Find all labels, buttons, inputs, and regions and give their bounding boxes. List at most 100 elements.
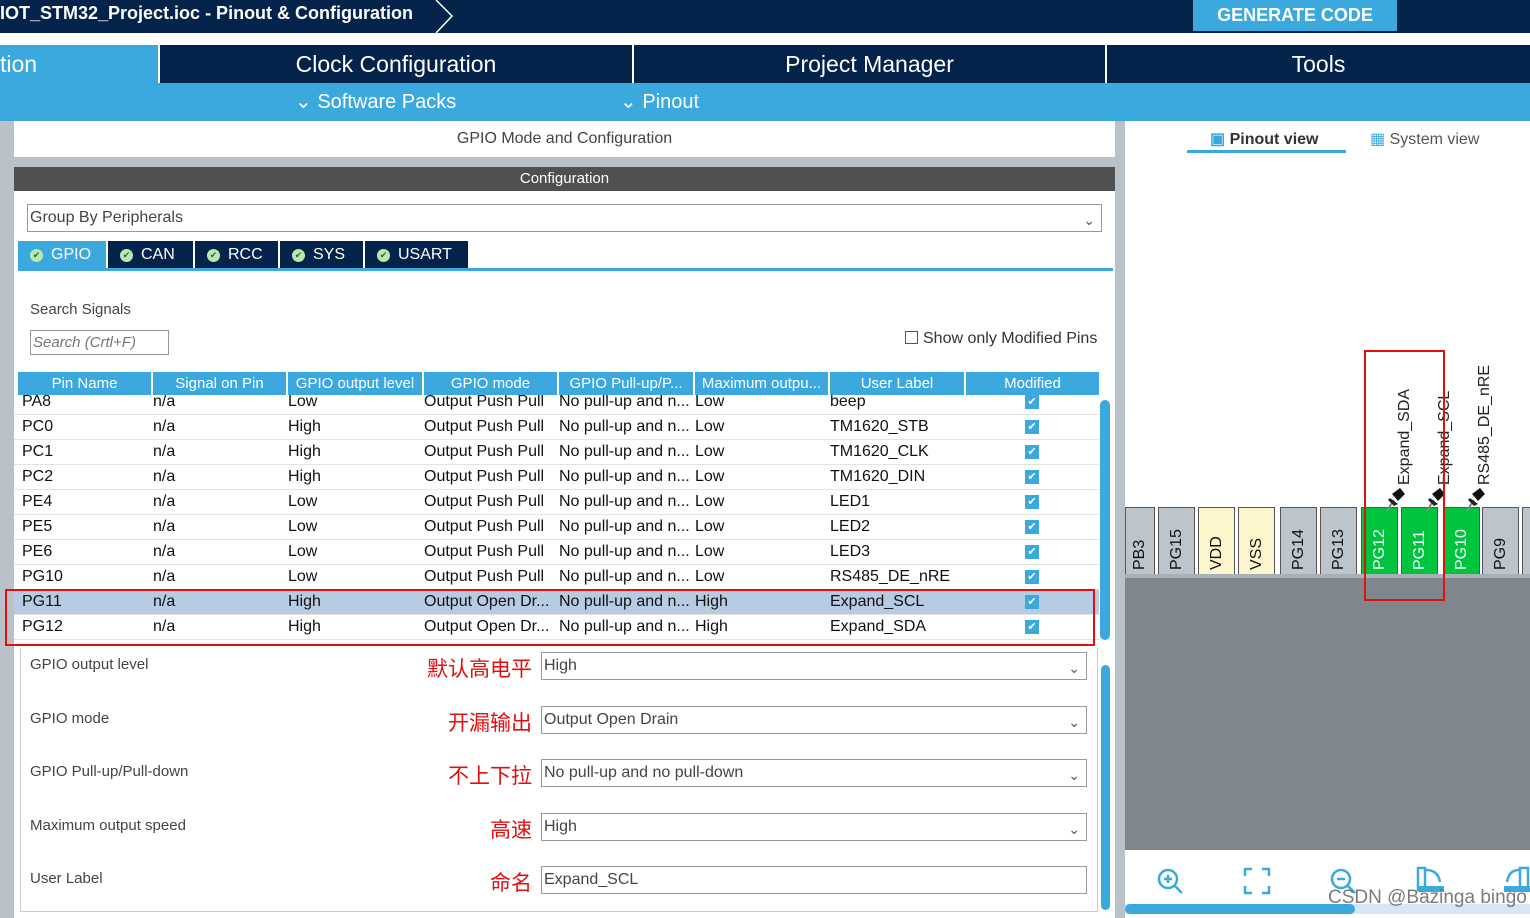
annotation-note: 高速 (490, 818, 532, 842)
property-select[interactable]: No pull-up and no pull-down ⌄ (541, 759, 1087, 787)
pin-partial[interactable] (1522, 507, 1530, 574)
window-title: IOT_STM32_Project.ioc - Pinout & Configu… (0, 3, 414, 23)
table-cell: n/a (153, 468, 176, 485)
table-cell: Low (695, 568, 725, 585)
panel-title: GPIO Mode and Configuration (456, 130, 673, 147)
tab-project-manager[interactable]: Project Manager (634, 45, 1105, 83)
modified-checkbox[interactable]: ✔ (1025, 495, 1039, 509)
software-packs-menu[interactable]: ⌄ Software Packs (295, 89, 456, 114)
chip-icon: ▣ (1210, 131, 1226, 148)
table-cell: n/a (153, 443, 176, 460)
pin-pg15[interactable]: PG15 (1158, 507, 1195, 574)
check-icon: ✔ (292, 249, 305, 262)
tab-clock-configuration[interactable]: Clock Configuration (160, 45, 632, 83)
pin-vss[interactable]: VSS (1238, 507, 1275, 574)
column-header[interactable]: User Label (830, 372, 964, 395)
pin-name: VSS (1247, 537, 1265, 570)
table-cell: TM1620_DIN (830, 468, 926, 485)
table-cell: Output Push Pull (424, 543, 545, 560)
table-cell: TM1620_STB (830, 418, 929, 435)
chevron-down-icon: ⌄ (1068, 713, 1080, 730)
table-row[interactable]: PC1 n/a High Output Push Pull No pull-up and… (14, 440, 1099, 465)
column-header[interactable]: Maximum outpu... (695, 372, 828, 395)
pinout-menu[interactable]: ⌄ Pinout (620, 89, 699, 114)
sub-menu-bar (0, 83, 1530, 121)
tab-tools[interactable]: Tools (1107, 45, 1530, 83)
property-value: No pull-up and no pull-down (544, 764, 744, 781)
column-header[interactable]: Pin Name (18, 372, 151, 395)
horizontal-scrollbar[interactable] (1125, 904, 1355, 914)
modified-checkbox[interactable]: ✔ (1025, 570, 1039, 584)
modified-checkbox[interactable]: ✔ (1025, 420, 1039, 434)
property-select[interactable]: High ⌄ (541, 652, 1087, 680)
table-row[interactable]: PC0 n/a High Output Push Pull No pull-up and… (14, 415, 1099, 440)
column-header[interactable]: Signal on Pin (153, 372, 286, 395)
table-cell: Output Push Pull (424, 518, 545, 535)
table-cell: RS485_DE_nRE (830, 568, 951, 585)
pin-vdd[interactable]: VDD (1198, 507, 1235, 574)
show-modified-label: Show only Modified Pins (923, 330, 1098, 347)
table-cell: Output Push Pull (424, 418, 545, 435)
modified-checkbox[interactable]: ✔ (1025, 395, 1039, 409)
property-select[interactable]: High ⌄ (541, 812, 1087, 841)
tab-gpio[interactable]: ✔ GPIO (18, 241, 106, 268)
tab-can[interactable]: ✔ CAN (108, 241, 193, 268)
show-modified-checkbox[interactable]: Show only Modified Pins (905, 330, 1097, 348)
tab-pinout-configuration[interactable]: tion (0, 45, 158, 83)
pin-name: PG15 (1167, 529, 1185, 570)
tab-sys[interactable]: ✔ SYS (280, 241, 363, 268)
column-header[interactable]: Modified (966, 372, 1099, 395)
table-row[interactable]: PE5 n/a Low Output Push Pull No pull-up and … (14, 515, 1099, 540)
group-by-select[interactable]: Group By Peripherals ⌄ (27, 204, 1102, 232)
column-header[interactable]: GPIO output level (288, 372, 422, 395)
pin-name: PG9 (1491, 537, 1509, 570)
system-view-tab[interactable]: ▦ System view (1370, 129, 1479, 149)
splitter[interactable] (1115, 121, 1125, 918)
modified-checkbox[interactable]: ✔ (1025, 470, 1039, 484)
pin-pg10[interactable]: PG10 (1443, 507, 1480, 574)
generate-code-button[interactable]: GENERATE CODE (1193, 0, 1397, 31)
table-cell: PE5 (22, 518, 53, 535)
zoom-in-icon[interactable] (1155, 866, 1185, 896)
pin-pg13[interactable]: PG13 (1320, 507, 1357, 574)
highlight-box (5, 589, 1095, 646)
search-input[interactable] (30, 330, 169, 355)
pin-pb3[interactable]: PB3 (1125, 507, 1155, 574)
pin-pg9[interactable]: PG9 (1482, 507, 1519, 574)
table-row[interactable]: PE4 n/a Low Output Push Pull No pull-up and … (14, 490, 1099, 515)
table-cell: No pull-up and n... (559, 568, 690, 585)
column-header[interactable]: GPIO Pull-up/P... (559, 372, 693, 395)
table-row[interactable]: PE6 n/a Low Output Push Pull No pull-up and … (14, 540, 1099, 565)
annotation-note: 开漏输出 (448, 711, 532, 735)
tab-usart[interactable]: ✔ USART (365, 241, 468, 268)
pin-name: PG13 (1329, 529, 1347, 570)
table-cell: Low (695, 418, 725, 435)
pin-pg14[interactable]: PG14 (1280, 507, 1317, 574)
user-label-input[interactable]: Expand_SCL (541, 866, 1087, 894)
table-row[interactable]: PC2 n/a High Output Push Pull No pull-up and… (14, 465, 1099, 490)
pinout-view-tab[interactable]: ▣ Pinout view (1210, 129, 1318, 149)
table-row[interactable]: PG10 n/a Low Output Push Pull No pull-up and… (14, 565, 1099, 590)
property-select[interactable]: Output Open Drain ⌄ (541, 705, 1087, 734)
watermark: CSDN @Bazinga bingo (1328, 887, 1527, 908)
annotation-note: 命名 (490, 872, 532, 895)
chevron-down-icon: ⌄ (1068, 660, 1080, 676)
fit-to-screen-icon[interactable] (1243, 867, 1271, 895)
property-value: Expand_SCL (544, 871, 639, 888)
divider (14, 157, 1115, 167)
tab-rcc[interactable]: ✔ RCC (195, 241, 278, 268)
tab-label: USART (398, 246, 452, 263)
properties-scrollbar[interactable] (1101, 665, 1110, 910)
property-label: User Label (30, 870, 103, 887)
breadcrumb-chevron-icon (435, 0, 454, 33)
modified-checkbox[interactable]: ✔ (1025, 445, 1039, 459)
table-scrollbar[interactable] (1100, 400, 1110, 640)
table-cell: Output Push Pull (424, 568, 545, 585)
modified-checkbox[interactable]: ✔ (1025, 520, 1039, 534)
modified-checkbox[interactable]: ✔ (1025, 545, 1039, 559)
system-grid-icon: ▦ (1370, 131, 1386, 148)
table-cell: High (288, 468, 321, 485)
column-header[interactable]: GPIO mode (424, 372, 557, 395)
tab-label: SYS (313, 246, 346, 263)
tab-label: CAN (141, 246, 175, 263)
